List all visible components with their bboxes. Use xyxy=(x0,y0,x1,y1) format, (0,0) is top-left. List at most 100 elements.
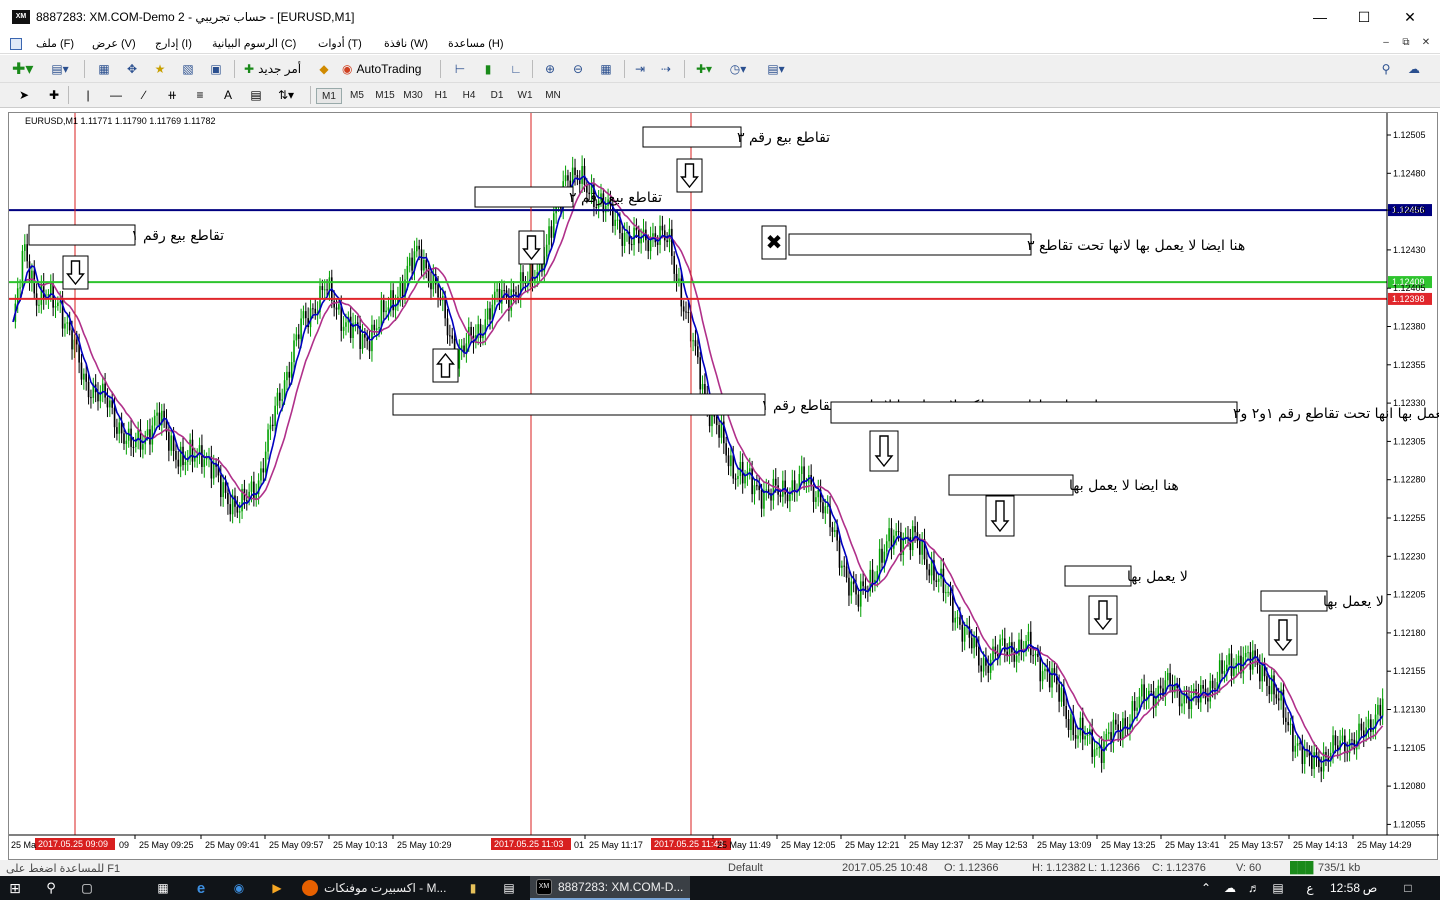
search-taskbar-icon[interactable]: ⚲ xyxy=(36,876,66,900)
toolbar-separator xyxy=(68,86,69,104)
menu-window[interactable]: نافذة (W) xyxy=(384,37,428,50)
candle-body xyxy=(1310,755,1313,769)
menu-file[interactable]: ملف (F) xyxy=(36,37,74,50)
candle-body xyxy=(375,328,378,330)
zoom-in-icon[interactable]: ⊕ xyxy=(540,59,560,79)
favorites-icon[interactable]: ★ xyxy=(150,59,170,79)
close-button[interactable]: ✕ xyxy=(1390,6,1430,28)
templates-icon[interactable]: ▤▾ xyxy=(766,59,786,79)
menu-bar: ملف (F) عرض (V) إدارج (I) الرسوم البياني… xyxy=(0,34,1440,54)
market-watch-icon[interactable]: ▦ xyxy=(94,59,114,79)
mdi-close-button[interactable]: ✕ xyxy=(1418,37,1434,51)
candle-body xyxy=(824,506,827,514)
candle-body xyxy=(753,485,756,495)
candle-body xyxy=(378,327,380,329)
chart-shift-icon[interactable]: ⇥ xyxy=(630,59,650,79)
arrows-icon[interactable]: ⇅▾ xyxy=(276,85,296,105)
price-chart[interactable]: 1.124561.124091.12398 2017.05.25 09:09 20… xyxy=(9,113,1439,861)
menu-view[interactable]: عرض (V) xyxy=(92,37,136,50)
candle-body xyxy=(581,165,583,184)
taskbar-task-mt4[interactable]: XM 8887283: XM.COM-D... xyxy=(530,876,690,900)
cursor-icon[interactable]: ➤ xyxy=(14,85,34,105)
tf-m5[interactable]: M5 xyxy=(344,88,370,104)
mdi-restore-button[interactable]: ⧉ xyxy=(1398,37,1414,51)
menu-tools[interactable]: أدوات (T) xyxy=(318,37,362,50)
search-icon[interactable]: ⚲ xyxy=(1376,59,1396,79)
chart-window[interactable]: 1.12456 1.12409 1.12398 2017.05.25 09:09 20… xyxy=(8,112,1439,861)
tf-m15[interactable]: M15 xyxy=(372,88,398,104)
network-icon[interactable]: ▤ xyxy=(1268,876,1288,900)
app-n-icon[interactable]: ◉ xyxy=(224,876,254,900)
clock-time[interactable]: 12:58 xyxy=(1330,876,1360,900)
mdi-minimize-button[interactable]: – xyxy=(1378,37,1394,51)
candle-body xyxy=(1237,655,1240,663)
equidistant-channel-icon[interactable]: ⧺ xyxy=(162,85,182,105)
candle-body xyxy=(857,594,860,607)
volume-icon[interactable]: ♬ xyxy=(1244,876,1264,900)
tf-d1[interactable]: D1 xyxy=(484,88,510,104)
candle-body xyxy=(253,481,255,499)
bar-chart-icon[interactable]: ⊢ xyxy=(450,59,470,79)
task-view-icon[interactable]: ▢ xyxy=(72,876,102,900)
vertical-line-icon[interactable]: | xyxy=(78,85,98,105)
candlestick-chart-icon[interactable]: ▮ xyxy=(478,59,498,79)
strategy-tester-icon[interactable]: ▣ xyxy=(206,59,226,79)
tf-w1[interactable]: W1 xyxy=(512,88,538,104)
zoom-out-icon[interactable]: ⊖ xyxy=(568,59,588,79)
minimize-button[interactable]: — xyxy=(1300,6,1340,28)
candle-body xyxy=(930,560,933,576)
time-axis-label: 25 May 12:37 xyxy=(909,840,964,850)
metaeditor-icon[interactable]: ◆ xyxy=(314,59,334,79)
line-chart-icon[interactable]: ∟ xyxy=(506,59,526,79)
candle-body xyxy=(881,548,883,563)
tile-windows-icon[interactable]: ▦ xyxy=(596,59,616,79)
candle-body xyxy=(236,506,239,513)
horizontal-line-icon[interactable]: — xyxy=(106,85,126,105)
taskbar-task-firefox[interactable]: اكسبيرت موفنكات - M... xyxy=(296,876,456,900)
edge-browser-icon[interactable]: e xyxy=(186,876,216,900)
navigator-icon[interactable]: ✥ xyxy=(122,59,142,79)
file-explorer-icon[interactable]: ▮ xyxy=(458,876,488,900)
menu-insert[interactable]: إدارج (I) xyxy=(155,37,192,50)
autoscroll-icon[interactable]: ⇢ xyxy=(656,59,676,79)
text-label-icon[interactable]: ▤ xyxy=(246,85,266,105)
menu-charts[interactable]: الرسوم البيانية (C) xyxy=(212,37,296,50)
profiles-icon[interactable]: ▤▾ xyxy=(50,59,70,79)
annotation-box xyxy=(1260,590,1328,612)
chart-document-icon[interactable] xyxy=(10,38,22,50)
menu-help[interactable]: مساعدة (H) xyxy=(448,37,504,50)
chart-symbol-header: EURUSD,M1 1.11771 1.11790 1.11769 1.1178… xyxy=(25,116,215,126)
indicators-icon[interactable]: ✚▾ xyxy=(694,59,714,79)
candle-body xyxy=(512,289,515,293)
toolbar-separator xyxy=(440,60,441,78)
tf-mn[interactable]: MN xyxy=(540,88,566,104)
autotrading-button[interactable]: ◉ AutoTrading xyxy=(342,59,421,79)
fibonacci-icon[interactable]: ≡ xyxy=(190,85,210,105)
start-windows-icon[interactable]: ⊞ xyxy=(0,876,30,900)
tf-m1[interactable]: M1 xyxy=(316,88,342,104)
tray-chevron-icon[interactable]: ⌃ xyxy=(1196,876,1216,900)
periods-icon[interactable]: ◷▾ xyxy=(728,59,748,79)
crosshair-icon[interactable]: ✚ xyxy=(44,85,64,105)
trendline-icon[interactable]: ∕ xyxy=(134,85,154,105)
candle-body xyxy=(1230,653,1233,676)
input-language[interactable]: ع xyxy=(1300,876,1320,900)
film-icon[interactable]: ▤ xyxy=(494,876,524,900)
maximize-button[interactable]: ☐ xyxy=(1344,6,1384,28)
tf-h1[interactable]: H1 xyxy=(428,88,454,104)
terminal-icon[interactable]: ▧ xyxy=(178,59,198,79)
text-icon[interactable]: A xyxy=(218,85,238,105)
tf-h4[interactable]: H4 xyxy=(456,88,482,104)
notifications-icon[interactable]: □ xyxy=(1396,876,1420,900)
media-player-icon[interactable]: ▶ xyxy=(262,876,292,900)
candle-body xyxy=(1303,750,1306,764)
time-axis-label: 25 May 09:41 xyxy=(205,840,260,850)
new-chart-icon[interactable]: ✚▾ xyxy=(12,59,33,79)
chat-icon[interactable]: ☁ xyxy=(1404,59,1424,79)
candle-body xyxy=(458,349,461,369)
new-order-button[interactable]: ✚ أمر جديد xyxy=(244,59,301,79)
store-icon[interactable]: ▦ xyxy=(148,876,178,900)
cloud-icon[interactable]: ☁ xyxy=(1220,876,1240,900)
candle-body xyxy=(401,282,404,298)
tf-m30[interactable]: M30 xyxy=(400,88,426,104)
